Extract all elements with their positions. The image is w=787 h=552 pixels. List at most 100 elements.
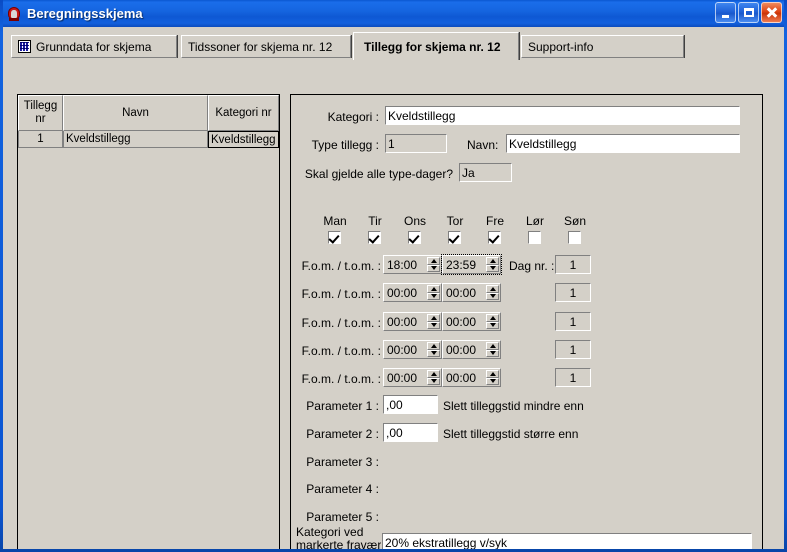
time-from-spinner-4[interactable]: 00:00 xyxy=(383,340,442,359)
spin-down-icon[interactable] xyxy=(486,321,499,329)
type-tillegg-field[interactable]: 1 xyxy=(384,133,448,154)
parameter-5-label: Parameter 5 : xyxy=(306,510,379,524)
alarm-clock-icon xyxy=(6,6,22,22)
dag-nr-field-1[interactable]: 1 xyxy=(554,254,592,275)
spin-up-icon[interactable] xyxy=(427,314,440,322)
spin-up-icon[interactable] xyxy=(486,342,499,350)
parameter-2-field[interactable]: ,00 xyxy=(382,422,439,443)
day-checkbox-son[interactable] xyxy=(567,230,582,245)
time-from-value-4[interactable]: 00:00 xyxy=(385,342,427,357)
spin-down-icon[interactable] xyxy=(427,292,440,300)
alle-typedager-field[interactable]: Ja xyxy=(458,162,513,183)
spin-down-icon[interactable] xyxy=(427,321,440,329)
dag-nr-field-4[interactable]: 1 xyxy=(554,339,592,360)
grid-header-navn[interactable]: Navn xyxy=(63,95,208,131)
day-checkbox-fre[interactable] xyxy=(487,230,502,245)
day-checkbox-tor[interactable] xyxy=(447,230,462,245)
spin-up-icon[interactable] xyxy=(486,257,499,265)
time-to-spinner-1[interactable]: 23:59 xyxy=(441,254,502,275)
day-label-fre: Fre xyxy=(486,214,504,228)
spin-up-icon[interactable] xyxy=(427,257,440,265)
day-label-son: Søn xyxy=(563,214,586,228)
fom-tom-label-4: F.o.m. / t.o.m. : xyxy=(301,344,381,358)
parameter-1-description: Slett tilleggstid mindre enn xyxy=(443,399,584,413)
time-to-value-5[interactable]: 00:00 xyxy=(444,370,486,385)
spin-up-icon[interactable] xyxy=(486,370,499,378)
day-label-lor: Lør xyxy=(526,214,544,228)
spin-down-icon[interactable] xyxy=(486,349,499,357)
application-window: Beregningsskjema Grunndata for skjema Ti… xyxy=(0,0,787,552)
time-to-value-1[interactable]: 23:59 xyxy=(444,257,486,272)
cell-navn[interactable]: Kveldstillegg xyxy=(63,131,208,148)
time-to-value-2[interactable]: 00:00 xyxy=(444,285,486,300)
maximize-button[interactable] xyxy=(738,2,759,23)
kategori-label: Kategori : xyxy=(327,110,379,124)
day-label-man: Man xyxy=(323,214,347,228)
time-to-spinner-3[interactable]: 00:00 xyxy=(442,312,501,331)
parameter-2-description: Slett tilleggstid større enn xyxy=(443,427,579,441)
tab-tidssoner[interactable]: Tidssoner for skjema nr. 12 xyxy=(181,35,351,58)
spin-up-icon[interactable] xyxy=(486,314,499,322)
day-label-tor: Tor xyxy=(446,214,464,228)
parameter-3-label: Parameter 3 : xyxy=(306,455,379,469)
dag-nr-field-2[interactable]: 1 xyxy=(554,282,592,303)
kategori-fravaer-label-line2: markerte fravær : xyxy=(296,538,389,549)
day-checkbox-tir[interactable] xyxy=(367,230,382,245)
day-checkbox-man[interactable] xyxy=(327,230,342,245)
time-from-spinner-2[interactable]: 00:00 xyxy=(383,283,442,302)
close-button[interactable] xyxy=(761,2,782,23)
window-controls xyxy=(715,2,782,23)
fom-tom-label-2: F.o.m. / t.o.m. : xyxy=(301,287,381,301)
day-label-ons: Ons xyxy=(403,214,426,228)
time-to-spinner-2[interactable]: 00:00 xyxy=(442,283,501,302)
kategori-field[interactable]: Kveldstillegg xyxy=(384,105,741,126)
spin-up-icon[interactable] xyxy=(486,285,499,293)
day-checkbox-lor[interactable] xyxy=(527,230,542,245)
spin-down-icon[interactable] xyxy=(486,292,499,300)
spin-down-icon[interactable] xyxy=(486,377,499,385)
time-from-spinner-3[interactable]: 00:00 xyxy=(383,312,442,331)
minimize-button[interactable] xyxy=(715,2,736,23)
kategori-fravaer-field[interactable]: 20% ekstratillegg v/syk xyxy=(381,532,753,549)
tab-tillegg[interactable]: Tillegg for skjema nr. 12 xyxy=(353,32,519,60)
spin-down-icon[interactable] xyxy=(427,377,440,385)
spin-down-icon[interactable] xyxy=(427,349,440,357)
spin-up-icon[interactable] xyxy=(427,285,440,293)
table-row[interactable]: 1 Kveldstillegg Kveldstillegg xyxy=(18,131,279,148)
time-to-spinner-4[interactable]: 00:00 xyxy=(442,340,501,359)
grid-header-row: Tillegg nr Navn Kategori nr xyxy=(18,95,279,131)
spin-down-icon[interactable] xyxy=(427,264,440,272)
grid-header-kategori-nr[interactable]: Kategori nr xyxy=(208,95,279,131)
time-from-value-1[interactable]: 18:00 xyxy=(385,257,427,272)
minimize-icon xyxy=(722,14,729,18)
time-to-spinner-5[interactable]: 00:00 xyxy=(442,368,501,387)
fom-tom-label-1: F.o.m. / t.o.m. : xyxy=(301,259,381,273)
cell-tillegg-nr[interactable]: 1 xyxy=(18,131,63,148)
spin-down-icon[interactable] xyxy=(486,264,499,272)
window-title: Beregningsskjema xyxy=(27,6,143,21)
tab-strip: Grunndata for skjema Tidssoner for skjem… xyxy=(11,32,776,60)
day-checkbox-ons[interactable] xyxy=(407,230,422,245)
tillegg-grid[interactable]: Tillegg nr Navn Kategori nr 1 Kveldstill… xyxy=(17,94,280,549)
time-from-value-3[interactable]: 00:00 xyxy=(385,314,427,329)
title-bar[interactable]: Beregningsskjema xyxy=(3,0,784,27)
spin-up-icon[interactable] xyxy=(427,370,440,378)
time-from-spinner-1[interactable]: 18:00 xyxy=(383,255,442,274)
dag-nr-field-3[interactable]: 1 xyxy=(554,311,592,332)
time-to-value-3[interactable]: 00:00 xyxy=(444,314,486,329)
tab-label: Support-info xyxy=(528,39,594,54)
time-from-value-2[interactable]: 00:00 xyxy=(385,285,427,300)
dag-nr-field-5[interactable]: 1 xyxy=(554,367,592,388)
time-from-spinner-5[interactable]: 00:00 xyxy=(383,368,442,387)
spin-up-icon[interactable] xyxy=(427,342,440,350)
tab-grunndata[interactable]: Grunndata for skjema xyxy=(11,35,177,58)
navn-field[interactable]: Kveldstillegg xyxy=(505,133,741,154)
cell-kategori-nr[interactable]: Kveldstillegg xyxy=(208,131,279,148)
tab-support-info[interactable]: Support-info xyxy=(521,35,684,58)
time-to-value-4[interactable]: 00:00 xyxy=(444,342,486,357)
time-from-value-5[interactable]: 00:00 xyxy=(385,370,427,385)
tab-label: Tillegg for skjema nr. 12 xyxy=(364,39,501,54)
parameter-1-field[interactable]: ,00 xyxy=(382,394,439,415)
dag-nr-label: Dag nr. : xyxy=(509,259,555,273)
grid-header-tillegg-nr[interactable]: Tillegg nr xyxy=(18,95,63,131)
